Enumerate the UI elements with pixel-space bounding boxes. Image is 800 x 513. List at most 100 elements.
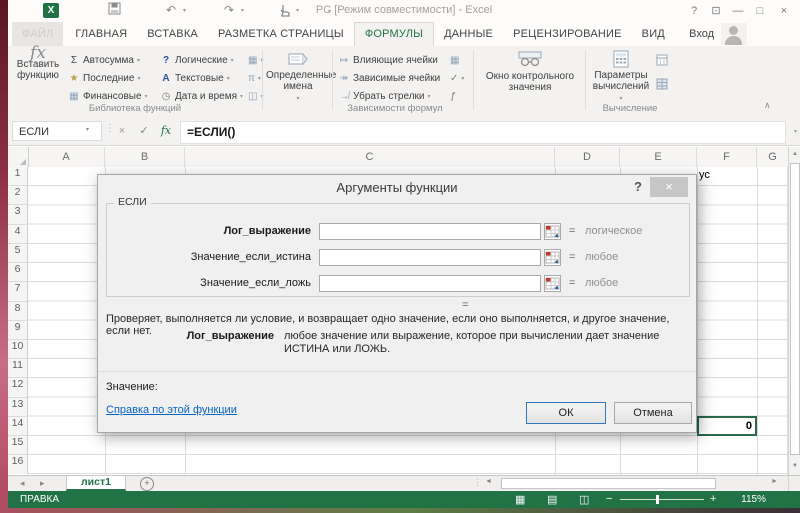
zoom-slider-track[interactable] xyxy=(620,499,704,500)
column-header-e[interactable]: E xyxy=(620,147,697,167)
column-header-g[interactable]: G xyxy=(757,147,788,167)
calculate-now-button[interactable] xyxy=(656,54,668,66)
column-header-b[interactable]: B xyxy=(105,147,185,167)
ribbon-options-icon[interactable]: ⊡ xyxy=(706,2,726,20)
sign-in-link[interactable]: Вход xyxy=(689,28,714,40)
view-page-break-icon[interactable]: ◫ xyxy=(579,493,589,506)
cancel-entry-icon[interactable]: × xyxy=(112,122,132,140)
column-header-a[interactable]: A xyxy=(28,147,105,167)
tab-data[interactable]: ДАННЫЕ xyxy=(434,22,503,46)
vertical-scrollbar[interactable]: ▲ ▼ xyxy=(788,147,800,475)
row-header-13[interactable]: 13 xyxy=(8,398,28,417)
evaluate-formula-button[interactable]: ƒ xyxy=(450,88,456,104)
calculation-options-button[interactable]: Параметры вычислений ▾ xyxy=(590,48,652,105)
active-cell[interactable]: 0 xyxy=(697,416,757,436)
column-header-c[interactable]: C xyxy=(185,147,555,167)
zoom-out-icon[interactable]: − xyxy=(606,493,612,505)
row-header-16[interactable]: 16 xyxy=(8,455,28,474)
scroll-up-icon[interactable]: ▲ xyxy=(789,147,800,161)
splitter-dots-icon[interactable]: ⋮ xyxy=(473,477,482,488)
autosum-button[interactable]: Σ Автосумма ▾ xyxy=(68,52,140,68)
row-header-14[interactable]: 14 xyxy=(8,417,28,436)
name-box-dropdown-icon[interactable]: ▾ xyxy=(86,126,89,133)
horizontal-scrollbar-thumb[interactable] xyxy=(501,478,716,489)
sheet-prev-icon[interactable]: ◂ xyxy=(20,478,25,489)
logical-functions-button[interactable]: ? Логические ▾ xyxy=(160,52,234,68)
zoom-slider-thumb[interactable] xyxy=(656,495,659,504)
calculate-sheet-button[interactable] xyxy=(656,78,668,90)
row-header-9[interactable]: 9 xyxy=(8,321,28,340)
row-header-8[interactable]: 8 xyxy=(8,302,28,321)
expand-formula-bar-icon[interactable]: ▾ xyxy=(794,128,797,135)
insert-function-fx-icon[interactable]: fx xyxy=(156,122,176,140)
defined-names-button[interactable]: Определенные имена ▾ xyxy=(266,48,330,105)
vertical-scrollbar-thumb[interactable] xyxy=(790,163,800,455)
error-checking-button[interactable]: ✓ ▾ xyxy=(450,70,464,86)
row-header-4[interactable]: 4 xyxy=(8,225,28,244)
close-icon[interactable]: × xyxy=(774,2,794,20)
row-header-2[interactable]: 2 xyxy=(8,186,28,205)
input-value-if-false[interactable] xyxy=(319,275,541,292)
tab-review[interactable]: РЕЦЕНЗИРОВАНИЕ xyxy=(503,22,632,46)
range-picker-icon[interactable] xyxy=(544,275,561,292)
row-header-15[interactable]: 15 xyxy=(8,436,28,455)
dialog-help-icon[interactable]: ? xyxy=(634,179,642,194)
scroll-left-icon[interactable]: ◄ xyxy=(485,478,492,485)
tab-view[interactable]: ВИД xyxy=(632,22,675,46)
dialog-divider xyxy=(98,371,696,372)
scroll-down-icon[interactable]: ▼ xyxy=(789,459,800,473)
row-header-10[interactable]: 10 xyxy=(8,340,28,359)
range-picker-icon[interactable] xyxy=(544,249,561,266)
cell-f1[interactable]: ус xyxy=(699,169,710,181)
zoom-level[interactable]: 115% xyxy=(741,494,766,505)
ok-button[interactable]: ОК xyxy=(526,402,606,424)
row-header-6[interactable]: 6 xyxy=(8,263,28,282)
chevron-down-icon: ▾ xyxy=(461,75,464,82)
column-header-f[interactable]: F xyxy=(697,147,757,167)
zoom-in-icon[interactable]: + xyxy=(710,493,716,505)
math-functions-button[interactable]: π ▾ xyxy=(248,70,261,86)
sheet-next-icon[interactable]: ▸ xyxy=(40,478,45,489)
cancel-button[interactable]: Отмена xyxy=(614,402,692,424)
row-header-3[interactable]: 3 xyxy=(8,205,28,225)
insert-function-button[interactable]: fx Вставить функцию xyxy=(12,48,64,81)
view-page-layout-icon[interactable]: ▤ xyxy=(547,493,557,506)
row-header-12[interactable]: 12 xyxy=(8,378,28,398)
financial-functions-button[interactable]: ▦ Финансовые ▾ xyxy=(68,88,148,104)
select-all-corner[interactable]: ◢ xyxy=(8,147,29,167)
minimize-icon[interactable]: — xyxy=(728,2,748,20)
show-formulas-button[interactable]: ▦ xyxy=(450,52,459,68)
remove-arrows-button[interactable]: ↛ Убрать стрелки ▾ xyxy=(338,88,431,104)
column-header-d[interactable]: D xyxy=(555,147,620,167)
trace-precedents-button[interactable]: ↦ Влияющие ячейки xyxy=(338,52,438,68)
tab-insert[interactable]: ВСТАВКА xyxy=(137,22,208,46)
help-icon[interactable]: ? xyxy=(684,2,704,20)
row-header-5[interactable]: 5 xyxy=(8,244,28,263)
column-header-row: ◢ A B C D E F G xyxy=(8,147,788,168)
function-help-link[interactable]: Справка по этой функции xyxy=(106,404,237,416)
collapse-ribbon-icon[interactable]: ∧ xyxy=(764,100,771,111)
row-header-11[interactable]: 11 xyxy=(8,359,28,378)
row-header-1[interactable]: 1 xyxy=(8,167,28,186)
datetime-functions-button[interactable]: ◷ Дата и время ▾ xyxy=(160,88,243,104)
range-picker-icon[interactable] xyxy=(544,223,561,240)
enter-entry-icon[interactable]: ✓ xyxy=(134,122,154,140)
formula-input[interactable]: =ЕСЛИ() xyxy=(180,121,786,144)
dialog-close-icon[interactable]: × xyxy=(650,177,688,197)
sheet-tab-list1[interactable]: лист1 xyxy=(66,476,126,491)
maximize-icon[interactable]: □ xyxy=(750,2,770,20)
text-functions-button[interactable]: A Текстовые ▾ xyxy=(160,70,230,86)
add-sheet-icon[interactable]: + xyxy=(140,477,154,491)
scroll-right-icon[interactable]: ► xyxy=(771,478,778,485)
tab-home[interactable]: ГЛАВНАЯ xyxy=(65,22,137,46)
watch-window-button[interactable]: Окно контрольного значения xyxy=(478,48,582,93)
tab-formulas[interactable]: ФОРМУЛЫ xyxy=(354,22,434,46)
recent-functions-button[interactable]: ★ Последние ▾ xyxy=(68,70,140,86)
input-logical-test[interactable] xyxy=(319,223,541,240)
avatar-icon[interactable] xyxy=(721,23,747,45)
tab-page-layout[interactable]: РАЗМЕТКА СТРАНИЦЫ xyxy=(208,22,354,46)
row-header-7[interactable]: 7 xyxy=(8,282,28,302)
trace-dependents-button[interactable]: ↠ Зависимые ячейки xyxy=(338,70,440,86)
view-normal-icon[interactable]: ▦ xyxy=(515,493,525,506)
input-value-if-true[interactable] xyxy=(319,249,541,266)
